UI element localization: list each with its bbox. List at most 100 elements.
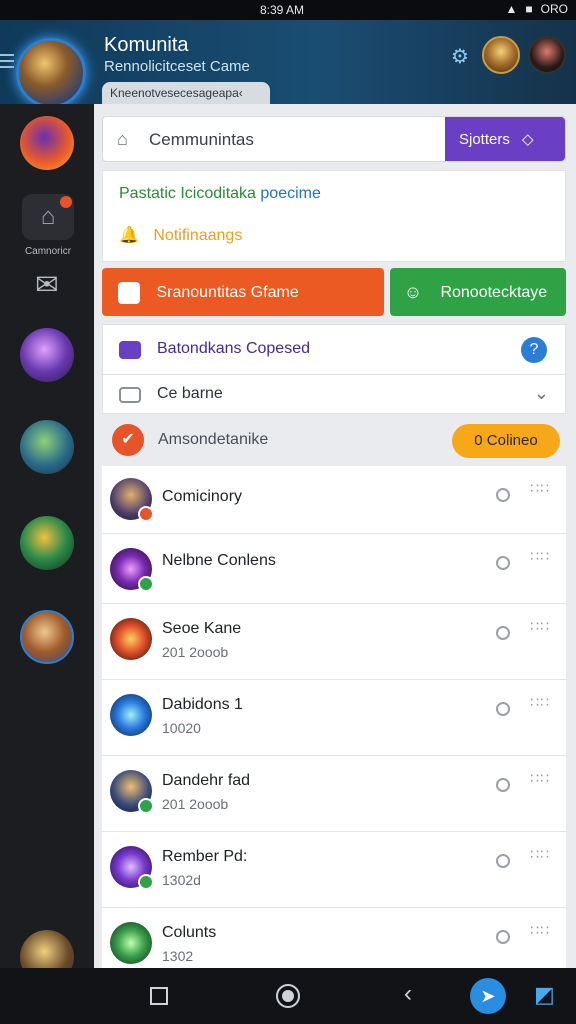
- sidebar-server-1[interactable]: [20, 116, 74, 170]
- notice-card: Pastatic Icicoditaka poecime 🔔 Notifinaa…: [102, 170, 566, 262]
- member-name: Comicinory: [162, 488, 243, 505]
- list-item[interactable]: Rember Pd: 1302d ∷∷: [102, 832, 566, 908]
- search-button-icon: ◇: [522, 131, 534, 148]
- member-meta: 201 2ooob: [162, 644, 229, 660]
- radio-icon[interactable]: [496, 488, 510, 502]
- home-icon: ⌂: [40, 203, 56, 230]
- add-user-icon: ☺: [403, 282, 423, 302]
- community-search-icon: ⌂: [117, 129, 128, 149]
- settings-icon[interactable]: ⚙: [448, 44, 472, 68]
- member-name: Dabidons 1: [162, 696, 243, 713]
- radio-icon[interactable]: [496, 854, 510, 868]
- member-meta: 10020: [162, 720, 201, 736]
- list-item[interactable]: Nelbne Conlens ∷∷: [102, 534, 566, 604]
- radio-icon[interactable]: [496, 778, 510, 792]
- search-bar[interactable]: ⌂ Cemmunintas Sjotters ◇: [102, 116, 566, 162]
- recent-apps-icon[interactable]: [150, 987, 168, 1005]
- notification-dot: [60, 196, 72, 208]
- sidebar-home-button[interactable]: ⌂: [22, 194, 74, 240]
- notice-headline-green: Pastatic Icicoditaka: [119, 185, 256, 202]
- search-button[interactable]: Sjotters ◇: [445, 117, 565, 161]
- notifications-label: Notifinaangs: [153, 227, 243, 244]
- drag-handle-icon[interactable]: ∷∷: [530, 481, 550, 495]
- list-item[interactable]: Seoe Kane 201 2ooob ∷∷: [102, 604, 566, 680]
- drag-handle-icon[interactable]: ∷∷: [530, 771, 550, 785]
- send-icon[interactable]: ➤: [470, 978, 506, 1014]
- list-item[interactable]: Dabidons 1 10020 ∷∷: [102, 680, 566, 756]
- member-avatar: [110, 922, 152, 964]
- community-game-label: Sranountitas Gfame: [156, 284, 299, 302]
- drag-handle-icon[interactable]: ∷∷: [530, 619, 550, 633]
- sidebar-server-4[interactable]: [20, 516, 74, 570]
- sidebar-label: Camnoricr: [24, 246, 72, 257]
- list-item[interactable]: Comicinory ∷∷: [102, 466, 566, 534]
- header-title: Komunita: [104, 34, 189, 56]
- group-label: Amsondetanike: [158, 431, 269, 448]
- help-icon[interactable]: ?: [521, 337, 547, 363]
- mail-icon[interactable]: ✉: [30, 271, 64, 299]
- member-name: Nelbne Conlens: [162, 552, 276, 569]
- add-member-label: Ronootecktaye: [440, 284, 548, 302]
- member-name: Seoe Kane: [162, 620, 242, 637]
- system-navbar: ‹ ➤ ◩: [0, 968, 576, 1024]
- sidebar-server-5[interactable]: [20, 610, 74, 664]
- drag-handle-icon[interactable]: ∷∷: [530, 923, 550, 937]
- status-time: 8:39 AM: [260, 3, 305, 17]
- member-avatar: [110, 846, 154, 890]
- radio-icon[interactable]: [496, 702, 510, 716]
- community-game-button[interactable]: Sranountitas Gfame: [102, 268, 384, 316]
- drag-handle-icon[interactable]: ∷∷: [530, 695, 550, 709]
- wifi-icon: ▲: [505, 2, 518, 16]
- member-meta: 1302d: [162, 872, 201, 888]
- app-header: Komunita Rennolicitceset Came Kneenotves…: [0, 20, 576, 108]
- battery-label: ORO: [540, 2, 568, 16]
- select-row[interactable]: Ce barne ⌄: [102, 374, 566, 414]
- member-name: Colunts: [162, 924, 217, 941]
- radio-icon[interactable]: [496, 626, 510, 640]
- member-avatar: [110, 478, 154, 522]
- section-label: Batondkans Copesed: [157, 340, 310, 357]
- status-icons: ▲ ■ ORO: [506, 2, 568, 16]
- notice-headline: Pastatic Icicoditaka poecime: [119, 185, 321, 203]
- member-name: Rember Pd:: [162, 848, 248, 865]
- user-avatar-2[interactable]: [528, 36, 566, 74]
- select-row-label: Ce barne: [157, 385, 223, 402]
- notifications-row[interactable]: 🔔 Notifinaangs: [119, 225, 242, 245]
- member-avatar: [110, 618, 152, 660]
- header-tab-pill[interactable]: Kneenotvesecesageapa‹: [102, 82, 270, 104]
- menu-icon[interactable]: [0, 54, 14, 70]
- lock-icon: ■: [525, 2, 533, 16]
- sidebar-server-3[interactable]: [20, 420, 74, 474]
- radio-icon[interactable]: [496, 930, 510, 944]
- drag-handle-icon[interactable]: ∷∷: [530, 847, 550, 861]
- member-avatar: [110, 548, 154, 592]
- online-count-pill[interactable]: 0 Colineo: [452, 424, 560, 458]
- main-panel: ⌂ Cemmunintas Sjotters ◇ Pastatic Icicod…: [94, 104, 576, 968]
- list-item[interactable]: Dandehr fad 201 2ooob ∷∷: [102, 756, 566, 832]
- radio-icon[interactable]: [496, 556, 510, 570]
- section-row[interactable]: Batondkans Copesed ?: [102, 324, 566, 376]
- back-icon[interactable]: ‹: [404, 980, 412, 1008]
- app-shortcut-icon[interactable]: ◩: [534, 982, 558, 1008]
- status-badge: [138, 576, 154, 592]
- status-badge: [138, 798, 154, 814]
- notice-headline-blue: poecime: [260, 185, 321, 202]
- add-member-button[interactable]: ☺ Ronootecktaye: [390, 268, 566, 316]
- drag-handle-icon[interactable]: ∷∷: [530, 549, 550, 563]
- list-item[interactable]: Colunts 1302 ∷∷: [102, 908, 566, 968]
- sidebar-server-2[interactable]: [20, 328, 74, 382]
- member-list: Comicinory ∷∷ Nelbne Conlens ∷∷ Seoe Kan…: [102, 466, 566, 968]
- game-icon: [118, 282, 140, 304]
- shield-icon: ✔: [112, 424, 144, 456]
- chevron-down-icon[interactable]: ⌄: [534, 383, 549, 404]
- community-avatar[interactable]: [16, 38, 86, 108]
- home-button-icon[interactable]: [276, 984, 300, 1008]
- bell-icon: 🔔: [119, 227, 139, 244]
- search-button-label: Sjotters: [459, 131, 510, 148]
- member-avatar: [110, 694, 152, 736]
- user-avatar-1[interactable]: [482, 36, 520, 74]
- status-badge: [138, 874, 154, 890]
- search-input[interactable]: Cemmunintas: [149, 130, 254, 150]
- member-avatar: [110, 770, 154, 814]
- select-row-icon: [119, 387, 141, 403]
